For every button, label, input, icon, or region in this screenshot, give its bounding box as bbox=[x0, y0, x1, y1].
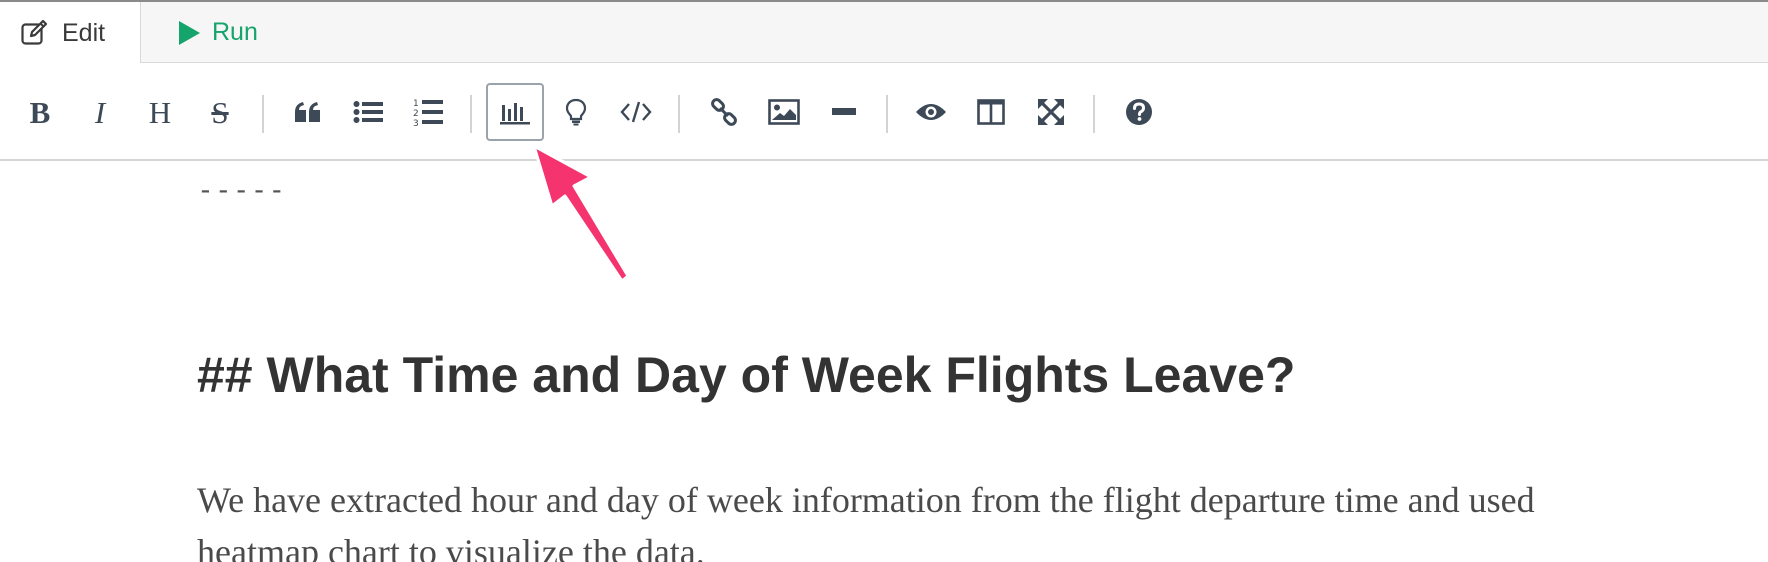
heading-button[interactable]: H bbox=[131, 83, 189, 141]
play-icon bbox=[179, 20, 200, 45]
fullscreen-button[interactable] bbox=[1022, 83, 1080, 141]
question-icon bbox=[1126, 99, 1152, 125]
toolbar-separator bbox=[470, 95, 472, 133]
toolbar-separator bbox=[678, 95, 680, 133]
horizontal-rule-text: ----- bbox=[197, 173, 287, 206]
bold-icon: B bbox=[29, 94, 51, 130]
strikethrough-icon: S bbox=[211, 94, 229, 130]
columns-icon bbox=[977, 99, 1005, 125]
quote-button[interactable] bbox=[279, 83, 337, 141]
tab-edit[interactable]: Edit bbox=[0, 2, 141, 64]
strikethrough-button[interactable]: S bbox=[191, 83, 249, 141]
bullet-list-icon bbox=[353, 101, 383, 123]
side-by-side-button[interactable] bbox=[962, 83, 1020, 141]
chart-button[interactable] bbox=[486, 83, 544, 141]
tab-edit-label: Edit bbox=[62, 18, 106, 47]
heading-icon: H bbox=[148, 94, 172, 130]
bar-chart-icon bbox=[500, 103, 530, 125]
lightbulb-icon bbox=[565, 98, 587, 126]
tab-run[interactable]: Run bbox=[176, 2, 258, 63]
toolbar-separator bbox=[886, 95, 888, 133]
svg-text:1: 1 bbox=[413, 99, 419, 109]
link-button[interactable] bbox=[695, 83, 753, 141]
code-icon bbox=[620, 101, 652, 123]
hint-button[interactable] bbox=[547, 83, 605, 141]
link-icon bbox=[711, 98, 737, 126]
minus-icon bbox=[832, 108, 856, 115]
ordered-list-button[interactable]: 1 2 3 bbox=[399, 83, 457, 141]
image-button[interactable] bbox=[755, 83, 813, 141]
quote-icon bbox=[295, 102, 320, 122]
numbered-list-icon: 1 2 3 bbox=[413, 99, 443, 127]
italic-icon: I bbox=[94, 94, 106, 130]
markdown-toolbar: B I H S 1 2 3 bbox=[0, 63, 1768, 161]
preview-button[interactable] bbox=[902, 83, 960, 141]
edit-icon bbox=[21, 19, 48, 45]
markdown-editor[interactable]: ----- ## What Time and Day of Week Fligh… bbox=[0, 161, 1768, 562]
code-button[interactable] bbox=[607, 83, 665, 141]
editor-heading: ## What Time and Day of Week Flights Lea… bbox=[197, 347, 1296, 403]
bold-button[interactable]: B bbox=[11, 83, 69, 141]
toolbar-separator bbox=[262, 95, 264, 133]
expand-icon bbox=[1038, 99, 1064, 125]
svg-text:2: 2 bbox=[413, 109, 419, 119]
italic-button[interactable]: I bbox=[71, 83, 129, 141]
guide-button[interactable] bbox=[1110, 83, 1168, 141]
unordered-list-button[interactable] bbox=[339, 83, 397, 141]
horizontal-rule-button[interactable] bbox=[815, 83, 873, 141]
tab-run-label: Run bbox=[212, 18, 258, 46]
toolbar-separator bbox=[1093, 95, 1095, 133]
eye-icon bbox=[916, 104, 946, 120]
image-icon bbox=[768, 99, 800, 125]
mode-tab-bar: Edit Run bbox=[0, 2, 1768, 64]
editor-paragraph: We have extracted hour and day of week i… bbox=[197, 480, 1535, 562]
svg-text:3: 3 bbox=[413, 119, 419, 127]
